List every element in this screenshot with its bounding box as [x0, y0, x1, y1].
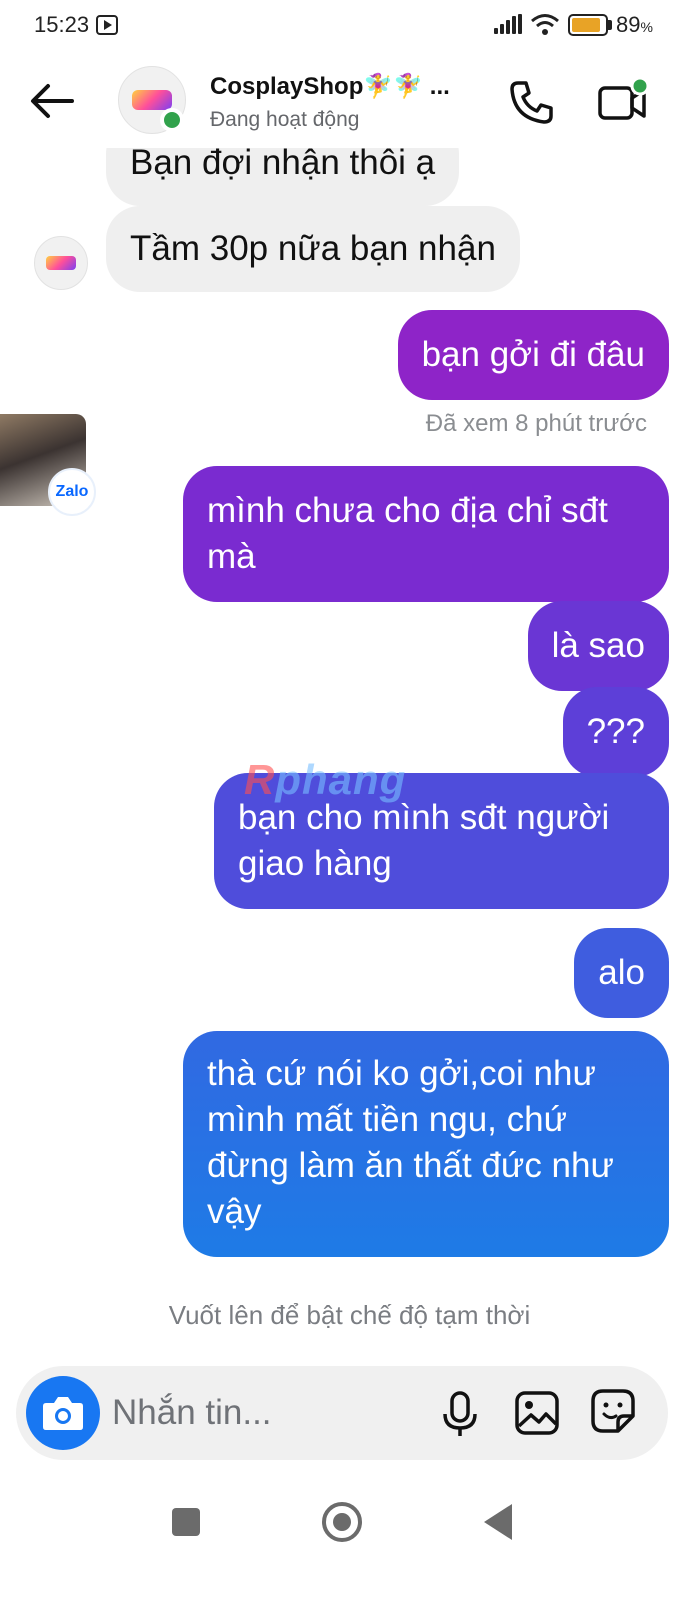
outgoing-message[interactable]: là sao [527, 601, 669, 691]
contact-name[interactable]: CosplayShop🧚‍♀️🧚‍♀️ ... [210, 72, 450, 101]
microphone-icon[interactable] [440, 1390, 480, 1438]
presence-status: Đang hoạt động [210, 108, 360, 131]
online-status-dot [160, 108, 184, 132]
recents-square-icon[interactable] [172, 1508, 200, 1536]
message-composer [16, 1366, 668, 1460]
status-time: 15:23 [34, 12, 90, 37]
home-circle-icon[interactable] [322, 1502, 362, 1542]
outgoing-message[interactable]: mình chưa cho địa chỉ sđt mà [183, 466, 669, 602]
battery-cap [608, 20, 612, 30]
sticker-icon[interactable] [590, 1388, 636, 1436]
outgoing-message[interactable]: thà cứ nói ko gởi,coi như mình mất tiền … [183, 1031, 669, 1257]
chat-header: CosplayShop🧚‍♀️🧚‍♀️ ... Đang hoạt động [0, 56, 699, 148]
phone-icon[interactable] [508, 78, 556, 126]
outgoing-message[interactable]: bạn cho mình sđt người giao hàng [214, 773, 669, 909]
outgoing-message[interactable]: alo [574, 928, 669, 1018]
sender-avatar[interactable] [34, 236, 88, 290]
message-list[interactable]: Bạn đợi nhận thôi ạ Tầm 30p nữa bạn nhận… [0, 148, 699, 1360]
battery-percent: 89% [616, 12, 653, 38]
media-app-icon [96, 15, 118, 35]
back-arrow-icon[interactable] [26, 78, 78, 124]
camera-button[interactable] [26, 1376, 100, 1450]
camera-icon [43, 1397, 83, 1430]
zalo-icon[interactable]: Zalo [48, 468, 96, 516]
outgoing-message[interactable]: bạn gởi đi đâu [397, 310, 669, 400]
back-triangle-icon[interactable] [484, 1504, 512, 1540]
gallery-icon[interactable] [514, 1390, 560, 1436]
system-navigation-bar [0, 1480, 699, 1600]
vanish-mode-hint: Vuốt lên để bật chế độ tạm thời [168, 1300, 531, 1330]
seen-receipt: Đã xem 8 phút trước [425, 410, 647, 437]
battery-icon [568, 14, 608, 36]
message-input[interactable] [112, 1386, 412, 1440]
status-bar: 15:23 89% [0, 0, 699, 56]
battery-percent-unit: % [640, 19, 653, 35]
wifi-icon [531, 14, 559, 35]
incoming-message[interactable]: Bạn đợi nhận thôi ạ [106, 148, 460, 206]
signal-icon [494, 14, 522, 34]
battery-percent-value: 89 [616, 12, 641, 37]
outgoing-message[interactable]: ??? [562, 687, 669, 777]
shop-logo [46, 256, 76, 270]
video-camera-icon[interactable] [596, 76, 652, 126]
shop-logo [132, 90, 172, 110]
battery-level-fill [572, 18, 601, 32]
incoming-message[interactable]: Tầm 30p nữa bạn nhận [106, 206, 520, 292]
